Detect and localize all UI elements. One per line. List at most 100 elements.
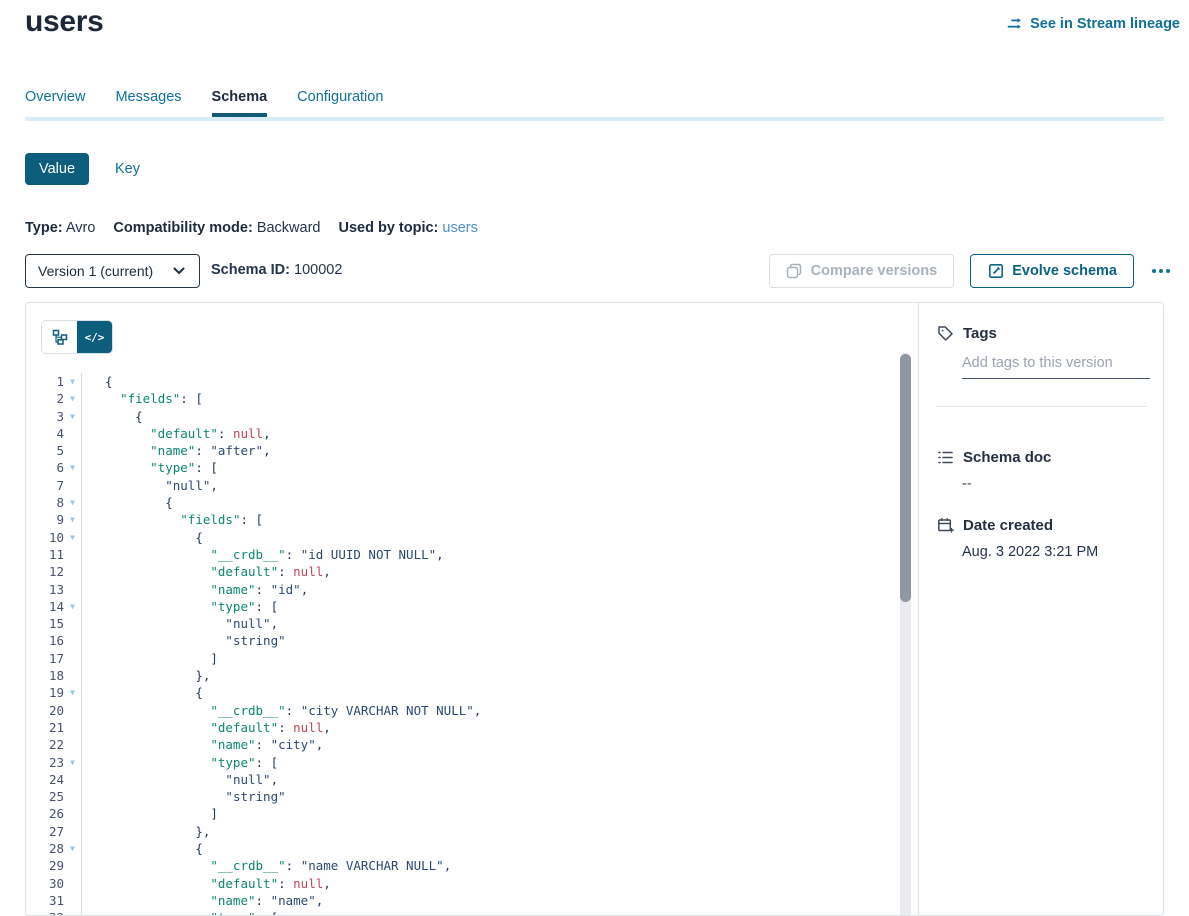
line-number: 29 [26,857,64,874]
fold-arrow-icon[interactable]: ▼ [64,459,81,476]
topic-link[interactable]: users [442,220,477,236]
fold-arrow-icon[interactable]: ▼ [64,754,81,771]
code-line: 32▼ "type": [ [26,909,898,916]
code-text: "__crdb__": "name VARCHAR NULL", [82,857,451,874]
fold-arrow-icon[interactable]: ▼ [64,529,81,546]
line-number: 19 [26,684,64,701]
tree-view-icon [51,329,68,346]
fold-arrow-icon[interactable]: ▼ [64,684,81,701]
fold-arrow-icon[interactable]: ▼ [64,390,81,407]
code-text: { [82,684,203,701]
line-number: 12 [26,563,64,580]
schema-page: users See in Stream lineage Overview Mes… [0,0,1189,916]
code-view-icon: </> [85,331,105,344]
code-line: 7 "null", [26,477,898,494]
fold-spacer [64,477,81,494]
tab-track [25,117,1164,121]
code-line: 2▼ "fields": [ [26,390,898,407]
code-line: 20 "__crdb__": "city VARCHAR NOT NULL", [26,702,898,719]
gutter: 15 [26,615,82,632]
code-text: "string" [82,632,286,649]
code-text: "name": "id", [82,581,308,598]
editor-view-toggle: </> [41,320,113,354]
code-text: "default": null, [82,875,331,892]
code-text: "type": [ [82,909,278,916]
tab-configuration[interactable]: Configuration [297,89,383,117]
editor-scrollbar-thumb[interactable] [900,354,911,602]
fold-spacer [64,425,81,442]
tab-overview[interactable]: Overview [25,89,85,117]
fold-arrow-icon[interactable]: ▼ [64,840,81,857]
code-line: 26 ] [26,805,898,822]
line-number: 20 [26,702,64,719]
date-created-value: Aug. 3 2022 3:21 PM [962,544,1147,560]
code-line: 6▼ "type": [ [26,459,898,476]
compare-versions-button[interactable]: Compare versions [769,254,955,288]
fold-arrow-icon[interactable]: ▼ [64,909,81,916]
code-line: 27 }, [26,823,898,840]
evolve-schema-button[interactable]: Evolve schema [970,254,1134,288]
code-text: { [82,840,203,857]
line-number: 10 [26,529,64,546]
more-options-button[interactable] [1150,263,1172,279]
gutter: 21 [26,719,82,736]
tab-messages[interactable]: Messages [115,89,181,117]
line-number: 22 [26,736,64,753]
schema-id-value: 100002 [294,262,342,278]
code-text: "default": null, [82,425,271,442]
gutter: 28▼ [26,840,82,857]
schema-id-field: Schema ID: 100002 [211,262,342,278]
fold-arrow-icon[interactable]: ▼ [64,598,81,615]
version-select[interactable]: Version 1 (current) [25,254,200,288]
fold-arrow-icon[interactable]: ▼ [64,511,81,528]
code-view-button[interactable]: </> [77,321,112,353]
fold-spacer [64,875,81,892]
line-number: 5 [26,442,64,459]
edit-icon [987,263,1004,280]
line-number: 28 [26,840,64,857]
add-tags-input[interactable] [962,355,1150,379]
code-text: { [82,373,113,390]
gutter: 6▼ [26,459,82,476]
code-text: "fields": [ [82,511,263,528]
code-text: "__crdb__": "id UUID NOT NULL", [82,546,444,563]
line-number: 18 [26,667,64,684]
editor-scrollbar-track[interactable] [900,353,911,915]
gutter: 14▼ [26,598,82,615]
value-toggle-button[interactable]: Value [25,153,89,185]
key-toggle-button[interactable]: Key [115,161,140,177]
versions-copy-icon [786,263,803,280]
code-text: "default": null, [82,563,331,580]
fold-arrow-icon[interactable]: ▼ [64,373,81,390]
tab-schema[interactable]: Schema [212,89,268,117]
topic-field: Used by topic: users [338,220,477,236]
line-number: 24 [26,771,64,788]
gutter: 29 [26,857,82,874]
gutter: 8▼ [26,494,82,511]
code-line: 8▼ { [26,494,898,511]
fold-spacer [64,632,81,649]
code-line: 22 "name": "city", [26,736,898,753]
compat-label: Compatibility mode: [113,220,252,236]
code-lines: 1▼{2▼ "fields": [3▼ {4 "default": null,5… [26,373,898,916]
line-number: 8 [26,494,64,511]
fold-spacer [64,563,81,580]
tree-view-button[interactable] [42,321,77,353]
code-text: }, [82,667,210,684]
fold-arrow-icon[interactable]: ▼ [64,494,81,511]
fold-spacer [64,719,81,736]
code-line: 5 "name": "after", [26,442,898,459]
stream-lineage-icon [1006,15,1023,32]
code-text: "null", [82,477,218,494]
code-line: 16 "string" [26,632,898,649]
see-in-stream-lineage-link[interactable]: See in Stream lineage [1006,15,1180,32]
fold-spacer [64,736,81,753]
code-line: 9▼ "fields": [ [26,511,898,528]
gutter: 24 [26,771,82,788]
fold-spacer [64,823,81,840]
fold-arrow-icon[interactable]: ▼ [64,408,81,425]
code-line: 10▼ { [26,529,898,546]
compat-field: Compatibility mode: Backward [113,220,320,236]
line-number: 15 [26,615,64,632]
fold-spacer [64,702,81,719]
